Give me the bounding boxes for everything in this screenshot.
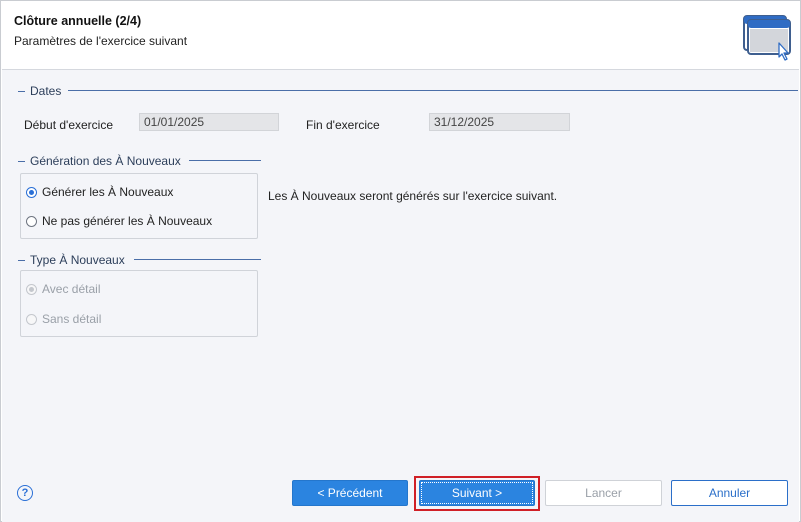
type-group-label: Type À Nouveaux <box>30 253 125 267</box>
wizard-title: Clôture annuelle (2/4) <box>14 14 142 28</box>
radio-generate-label: Générer les À Nouveaux <box>42 185 174 199</box>
wizard-subtitle: Paramètres de l'exercice suivant <box>14 34 188 48</box>
start-date-label: Début d'exercice <box>24 118 114 132</box>
type-group-line <box>134 259 261 260</box>
radio-unchecked-disabled-icon <box>26 313 37 325</box>
generation-group-label: Génération des À Nouveaux <box>30 154 181 168</box>
dates-group-label: Dates <box>30 84 62 98</box>
end-date-label: Fin d'exercice <box>306 118 380 132</box>
dates-group-title: Dates <box>18 84 61 98</box>
radio-without-detail[interactable]: Sans détail <box>26 312 101 326</box>
previous-button[interactable]: < Précédent <box>292 480 408 506</box>
type-group-title: Type À Nouveaux <box>18 253 125 267</box>
dates-group-line <box>68 90 798 91</box>
end-date-field[interactable]: 31/12/2025 <box>429 113 570 131</box>
window-cursor-icon <box>743 15 791 61</box>
radio-checked-icon <box>26 186 37 198</box>
wizard-header: Clôture annuelle (2/4) Paramètres de l'e… <box>1 1 800 68</box>
generation-info-text: Les À Nouveaux seront générés sur l'exer… <box>268 189 558 203</box>
next-button[interactable]: Suivant > <box>419 480 535 506</box>
wizard-window: Clôture annuelle (2/4) Paramètres de l'e… <box>0 0 801 522</box>
start-date-field[interactable]: 01/01/2025 <box>139 113 279 131</box>
radio-do-not-generate[interactable]: Ne pas générer les À Nouveaux <box>26 214 212 228</box>
radio-with-detail-label: Avec détail <box>42 282 101 296</box>
radio-do-not-generate-label: Ne pas générer les À Nouveaux <box>42 214 213 228</box>
radio-unchecked-icon <box>26 215 37 227</box>
generation-options-box <box>20 173 258 239</box>
radio-generate[interactable]: Générer les À Nouveaux <box>26 185 173 199</box>
radio-without-detail-label: Sans détail <box>42 312 102 326</box>
generation-group-title: Génération des À Nouveaux <box>18 154 181 168</box>
radio-checked-disabled-icon <box>26 283 37 295</box>
launch-button[interactable]: Lancer <box>545 480 662 506</box>
radio-with-detail[interactable]: Avec détail <box>26 282 100 296</box>
help-icon[interactable]: ? <box>17 485 33 501</box>
type-options-box <box>20 270 258 337</box>
cancel-button[interactable]: Annuler <box>671 480 788 506</box>
generation-group-line <box>189 160 261 161</box>
